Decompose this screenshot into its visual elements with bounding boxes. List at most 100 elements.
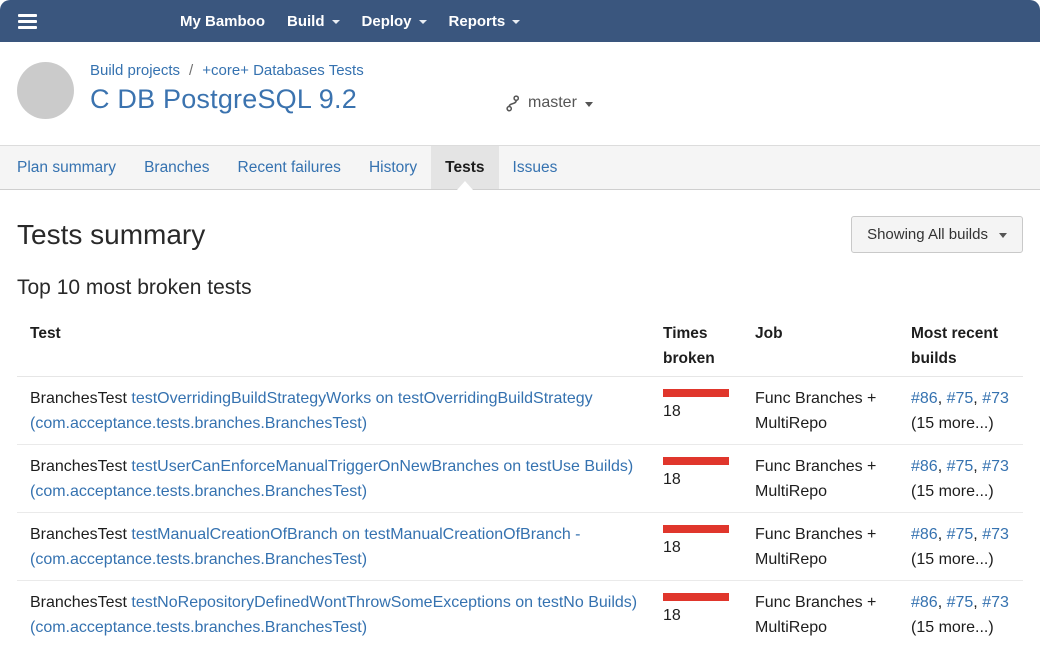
caret-down-icon [999,233,1007,238]
git-branch-icon [505,95,520,112]
times-broken-bar [663,593,729,601]
nav-item-build[interactable]: Build [276,0,351,42]
main-header: Tests summary Showing All builds [17,216,1023,253]
plan-avatar [17,62,74,119]
times-broken-cell: 18 [650,377,742,445]
col-header-times-broken: Times broken [650,313,742,377]
build-link[interactable]: #86 [911,458,938,475]
times-broken-bar [663,525,729,533]
build-separator: , [973,458,982,475]
breadcrumb-plan-link[interactable]: +core+ Databases Tests [202,62,363,79]
plan-tabbar: Plan summary Branches Recent failures Hi… [0,145,1040,190]
build-links: #86, #75, #73 [911,454,1015,479]
build-link[interactable]: #86 [911,594,938,611]
job-cell: Func Branches + MultiRepo [742,377,898,445]
build-links: #86, #75, #73 [911,386,1015,411]
times-broken-cell: 18 [650,445,742,513]
tab-branches[interactable]: Branches [130,146,223,189]
build-links: #86, #75, #73 [911,522,1015,547]
table-row: BranchesTest testOverridingBuildStrategy… [17,377,1023,445]
col-header-job: Job [742,313,898,377]
times-broken-value: 18 [663,607,681,624]
build-link[interactable]: #73 [982,458,1009,475]
table-row: BranchesTest testNoRepositoryDefinedWont… [17,581,1023,648]
top-navbar: My Bamboo Build Deploy Reports [0,0,1040,42]
test-cell: BranchesTest testManualCreationOfBranch … [17,513,650,581]
caret-down-icon [419,20,427,24]
more-builds-label: (15 more...) [911,615,1015,640]
branch-selector[interactable]: master [505,94,593,112]
main-content: Tests summary Showing All builds Top 10 … [0,216,1040,648]
build-link[interactable]: #73 [982,594,1009,611]
page-title: Tests summary [17,219,205,251]
test-cell: BranchesTest testNoRepositoryDefinedWont… [17,581,650,648]
tab-issues[interactable]: Issues [499,146,572,189]
hamburger-menu-icon[interactable] [18,14,37,29]
build-link[interactable]: #86 [911,390,938,407]
table-row: BranchesTest testUserCanEnforceManualTri… [17,445,1023,513]
build-separator: , [938,594,947,611]
times-broken-value: 18 [663,471,681,488]
build-link[interactable]: #75 [947,526,974,543]
build-link[interactable]: #73 [982,526,1009,543]
test-cell: BranchesTest testOverridingBuildStrategy… [17,377,650,445]
table-row: BranchesTest testManualCreationOfBranch … [17,513,1023,581]
more-builds-label: (15 more...) [911,411,1015,436]
times-broken-cell: 18 [650,581,742,648]
build-link[interactable]: #75 [947,594,974,611]
col-header-test: Test [17,313,650,377]
times-broken-bar [663,457,729,465]
build-links: #86, #75, #73 [911,590,1015,615]
breadcrumb: Build projects / +core+ Databases Tests [90,62,364,79]
job-cell: Func Branches + MultiRepo [742,581,898,648]
more-builds-label: (15 more...) [911,479,1015,504]
job-cell: Func Branches + MultiRepo [742,513,898,581]
build-link[interactable]: #73 [982,390,1009,407]
breadcrumb-separator: / [189,62,193,79]
nav-item-label: Build [287,13,325,30]
plan-header: Build projects / +core+ Databases Tests … [0,42,1040,145]
build-link[interactable]: #86 [911,526,938,543]
tab-recent-failures[interactable]: Recent failures [224,146,355,189]
nav-item-label: Deploy [362,13,412,30]
test-class-prefix: BranchesTest [30,526,127,543]
build-separator: , [973,390,982,407]
broken-tests-table: Test Times broken Job Most recent builds… [17,313,1023,648]
times-broken-bar [663,389,729,397]
showing-all-builds-dropdown[interactable]: Showing All builds [851,216,1023,253]
builds-cell: #86, #75, #73 (15 more...) [898,513,1023,581]
nav-item-my-bamboo[interactable]: My Bamboo [169,0,276,42]
caret-down-icon [585,102,593,107]
plan-header-text: Build projects / +core+ Databases Tests … [90,62,364,115]
nav-item-deploy[interactable]: Deploy [351,0,438,42]
times-broken-value: 18 [663,539,681,556]
filter-button-label: Showing All builds [867,226,988,243]
bamboo-plan-page: My Bamboo Build Deploy Reports Build pro… [0,0,1040,648]
nav-item-reports[interactable]: Reports [438,0,532,42]
test-cell: BranchesTest testUserCanEnforceManualTri… [17,445,650,513]
job-cell: Func Branches + MultiRepo [742,445,898,513]
builds-cell: #86, #75, #73 (15 more...) [898,377,1023,445]
caret-down-icon [332,20,340,24]
breadcrumb-build-projects-link[interactable]: Build projects [90,62,180,79]
more-builds-label: (15 more...) [911,547,1015,572]
build-link[interactable]: #75 [947,458,974,475]
test-class-prefix: BranchesTest [30,594,127,611]
tab-history[interactable]: History [355,146,431,189]
nav-item-label: Reports [449,13,506,30]
build-separator: , [938,458,947,475]
tab-plan-summary[interactable]: Plan summary [3,146,130,189]
section-title: Top 10 most broken tests [17,276,1023,300]
branch-name: master [528,94,577,112]
caret-down-icon [512,20,520,24]
tab-tests[interactable]: Tests [431,146,498,189]
build-separator: , [938,390,947,407]
build-link[interactable]: #75 [947,390,974,407]
times-broken-value: 18 [663,403,681,420]
plan-title: C DB PostgreSQL 9.2 [90,84,364,115]
times-broken-cell: 18 [650,513,742,581]
test-class-prefix: BranchesTest [30,458,127,475]
col-header-most-recent-builds: Most recent builds [898,313,1023,377]
test-class-prefix: BranchesTest [30,390,127,407]
table-header-row: Test Times broken Job Most recent builds [17,313,1023,377]
